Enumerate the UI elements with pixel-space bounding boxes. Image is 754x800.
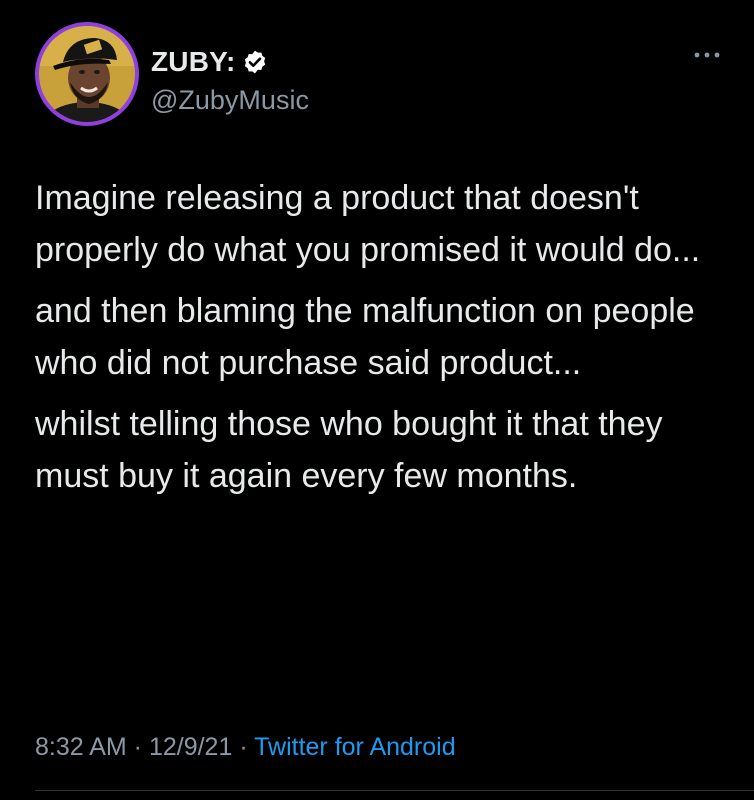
tweet-paragraph: and then blaming the malfunction on peop… — [35, 292, 695, 382]
tweet: ZUBY: @ZubyMusic Imagine releasing a pro… — [0, 0, 754, 800]
display-name[interactable]: ZUBY: — [151, 44, 235, 80]
verified-badge-icon — [245, 50, 266, 74]
avatar-image — [39, 26, 135, 122]
tweet-time[interactable]: 8:32 AM — [35, 733, 127, 761]
tweet-text: Imagine releasing a product that doesn't… — [35, 172, 725, 511]
tweet-source-link[interactable]: Twitter for Android — [254, 733, 455, 761]
avatar[interactable] — [35, 22, 139, 126]
more-options-icon[interactable] — [693, 50, 721, 60]
tweet-header: ZUBY: @ZubyMusic — [35, 22, 725, 126]
tweet-date[interactable]: 12/9/21 — [149, 733, 232, 761]
author-handle[interactable]: @ZubyMusic — [151, 82, 309, 118]
tweet-meta: 8:32 AM · 12/9/21 · Twitter for Android — [35, 727, 456, 767]
divider — [35, 790, 754, 791]
tweet-paragraph: Imagine releasing a product that doesn't… — [35, 179, 701, 269]
meta-separator: · — [126, 733, 149, 761]
meta-separator: · — [232, 733, 255, 761]
tweet-paragraph: whilst telling those who bought it that … — [35, 405, 663, 495]
author-name-row[interactable]: ZUBY: — [151, 44, 268, 80]
